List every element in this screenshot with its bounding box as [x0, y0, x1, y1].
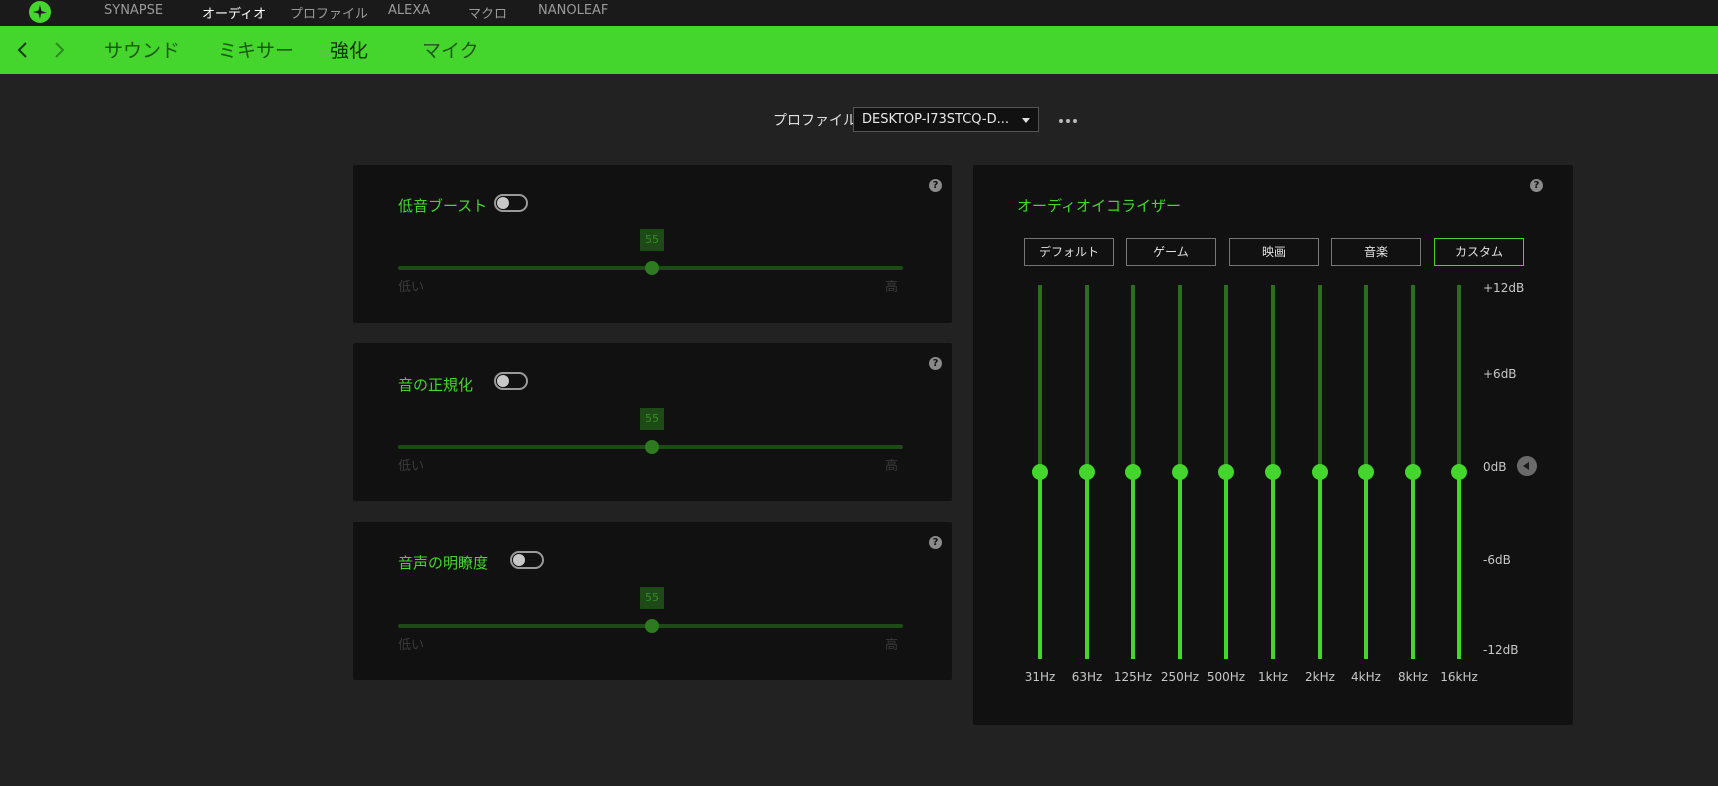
eq-track-4kHz[interactable] — [1364, 285, 1368, 472]
forward-arrow-icon[interactable] — [48, 38, 70, 62]
subtab-mic[interactable]: マイク — [422, 36, 479, 63]
bass-boost-toggle[interactable] — [494, 194, 528, 212]
voice-clarity-card: ? 音声の明瞭度 55 低い 高 — [353, 522, 952, 680]
eq-level-250Hz — [1178, 472, 1182, 659]
voice-clarity-slider-thumb[interactable] — [645, 619, 659, 633]
profile-dropdown[interactable]: DESKTOP-I73STCQ-D... — [853, 107, 1039, 132]
eq-level-63Hz — [1085, 472, 1089, 659]
db-label-plus12: +12dB — [1483, 281, 1525, 295]
db-label-minus6: -6dB — [1483, 553, 1511, 567]
tab-synapse[interactable]: SYNAPSE — [104, 3, 163, 18]
eq-freq-label: 16kHz — [1440, 670, 1478, 684]
subtab-sound[interactable]: サウンド — [104, 36, 180, 63]
preset-default-button[interactable]: デフォルト — [1024, 238, 1114, 266]
eq-level-16kHz — [1457, 472, 1461, 659]
subtab-enhancement[interactable]: 強化 — [330, 36, 368, 63]
voice-clarity-min-label: 低い — [398, 638, 425, 653]
eq-thumb-16kHz[interactable] — [1451, 464, 1467, 480]
eq-level-4kHz — [1364, 472, 1368, 659]
profile-dropdown-value: DESKTOP-I73STCQ-D... — [862, 112, 1009, 127]
sub-navigation: サウンド ミキサー 強化 マイク — [0, 26, 1718, 74]
normalization-toggle[interactable] — [494, 372, 528, 390]
eq-level-2kHz — [1318, 472, 1322, 659]
eq-thumb-1kHz[interactable] — [1265, 464, 1281, 480]
normalization-min-label: 低い — [398, 459, 425, 474]
normalization-title: 音の正規化 — [398, 376, 474, 394]
normalization-max-label: 高 — [885, 459, 899, 474]
help-icon[interactable]: ? — [929, 536, 942, 549]
help-icon[interactable]: ? — [929, 357, 942, 370]
normalization-card: ? 音の正規化 55 低い 高 — [353, 343, 952, 501]
voice-clarity-toggle[interactable] — [510, 551, 544, 569]
back-arrow-icon[interactable] — [12, 38, 34, 62]
voice-clarity-max-label: 高 — [885, 638, 899, 653]
voice-clarity-title: 音声の明瞭度 — [398, 554, 489, 572]
more-options-icon[interactable] — [1057, 112, 1079, 128]
eq-track-1kHz[interactable] — [1271, 285, 1275, 472]
tab-audio[interactable]: オーディオ — [202, 3, 266, 22]
normalization-value: 55 — [640, 408, 664, 430]
eq-level-125Hz — [1131, 472, 1135, 659]
eq-thumb-2kHz[interactable] — [1312, 464, 1328, 480]
help-icon[interactable]: ? — [1530, 179, 1543, 192]
eq-track-63Hz[interactable] — [1085, 285, 1089, 472]
eq-track-8kHz[interactable] — [1411, 285, 1415, 472]
profile-label: プロファイル — [773, 113, 857, 129]
equalizer-title: オーディオイコライザー — [1017, 197, 1181, 215]
eq-level-1kHz — [1271, 472, 1275, 659]
reset-to-zero-icon[interactable] — [1517, 456, 1537, 476]
help-icon[interactable]: ? — [929, 179, 942, 192]
voice-clarity-value: 55 — [640, 587, 664, 609]
eq-track-500Hz[interactable] — [1224, 285, 1228, 472]
eq-thumb-125Hz[interactable] — [1125, 464, 1141, 480]
eq-thumb-4kHz[interactable] — [1358, 464, 1374, 480]
preset-music-button[interactable]: 音楽 — [1331, 238, 1421, 266]
eq-thumb-8kHz[interactable] — [1405, 464, 1421, 480]
eq-thumb-250Hz[interactable] — [1172, 464, 1188, 480]
bass-boost-title: 低音ブースト — [398, 197, 488, 215]
preset-movie-button[interactable]: 映画 — [1229, 238, 1319, 266]
bass-boost-min-label: 低い — [398, 280, 425, 295]
top-navigation: SYNAPSE オーディオ プロファイル ALEXA マクロ NANOLEAF — [0, 0, 1718, 26]
tab-nanoleaf[interactable]: NANOLEAF — [538, 3, 608, 18]
db-label-zero: 0dB — [1483, 460, 1507, 474]
tab-alexa[interactable]: ALEXA — [388, 3, 430, 18]
bass-boost-max-label: 高 — [885, 280, 899, 295]
bass-boost-slider-thumb[interactable] — [645, 261, 659, 275]
preset-custom-button[interactable]: カスタム — [1434, 238, 1524, 266]
bass-boost-card: ? 低音ブースト 55 低い 高 — [353, 165, 952, 323]
tab-macro[interactable]: マクロ — [468, 3, 507, 22]
eq-thumb-63Hz[interactable] — [1079, 464, 1095, 480]
razer-logo-icon[interactable] — [28, 0, 52, 24]
preset-game-button[interactable]: ゲーム — [1126, 238, 1216, 266]
eq-track-16kHz[interactable] — [1457, 285, 1461, 472]
eq-track-125Hz[interactable] — [1131, 285, 1135, 472]
db-label-plus6: +6dB — [1483, 367, 1517, 381]
bass-boost-value: 55 — [640, 229, 664, 251]
db-label-minus12: -12dB — [1483, 643, 1519, 657]
subtab-mixer[interactable]: ミキサー — [218, 36, 294, 63]
normalization-slider-thumb[interactable] — [645, 440, 659, 454]
eq-track-31Hz[interactable] — [1038, 285, 1042, 472]
eq-thumb-500Hz[interactable] — [1218, 464, 1234, 480]
eq-track-2kHz[interactable] — [1318, 285, 1322, 472]
eq-level-500Hz — [1224, 472, 1228, 659]
eq-level-31Hz — [1038, 472, 1042, 659]
eq-track-250Hz[interactable] — [1178, 285, 1182, 472]
eq-thumb-31Hz[interactable] — [1032, 464, 1048, 480]
chevron-down-icon — [1022, 118, 1030, 123]
tab-profiles[interactable]: プロファイル — [290, 3, 368, 22]
eq-level-8kHz — [1411, 472, 1415, 659]
